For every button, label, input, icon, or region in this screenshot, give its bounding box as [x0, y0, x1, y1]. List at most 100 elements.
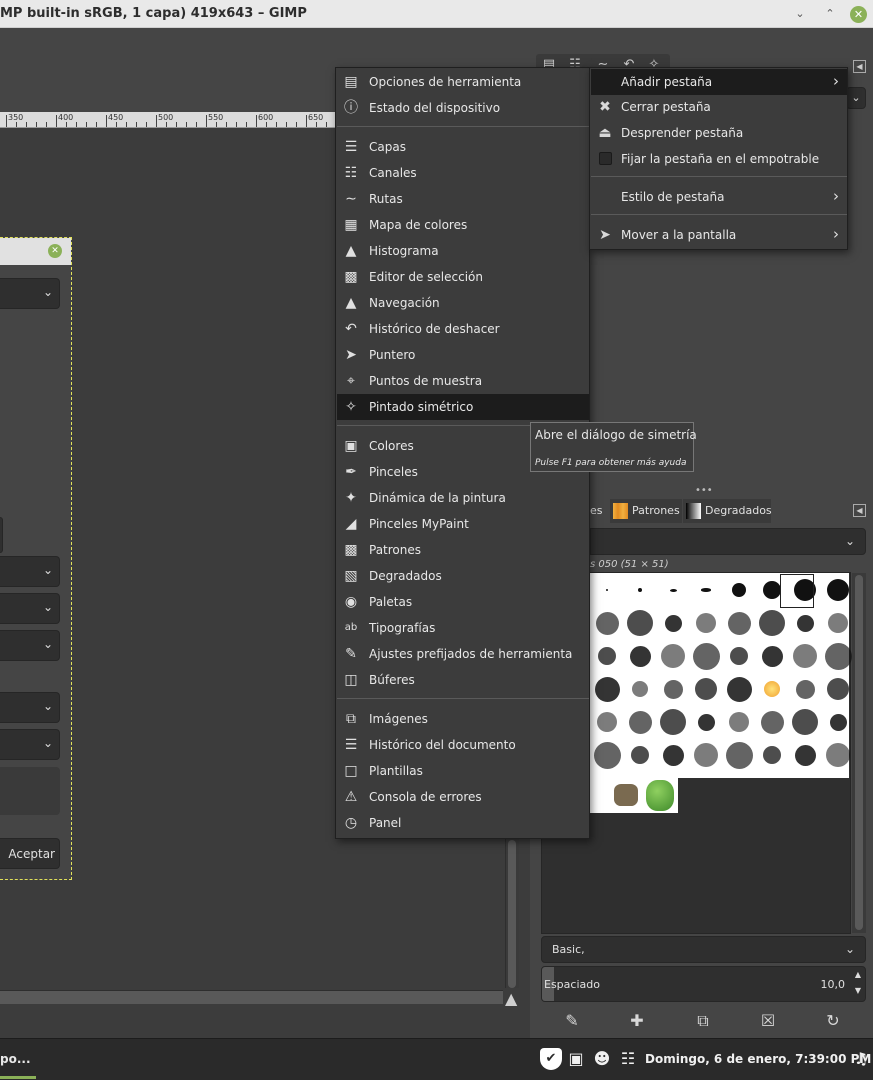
brush-thumbnail[interactable]	[827, 579, 849, 601]
menu-item-device-status[interactable]: ⓘ Estado del dispositivo	[337, 95, 589, 121]
brush-thumbnail[interactable]	[796, 614, 814, 632]
window-close-icon[interactable]: ✕	[850, 6, 867, 23]
brush-thumbnail[interactable]	[628, 710, 652, 734]
menu-item-mypaint-brushes[interactable]: ◢ Pinceles MyPaint	[337, 511, 589, 537]
brush-thumbnail[interactable]	[694, 743, 718, 767]
dialog-combo-4[interactable]: ⌄	[0, 630, 60, 661]
brush-thumbnail[interactable]	[761, 645, 783, 667]
shield-check-icon[interactable]: ✔	[540, 1048, 562, 1070]
brush-thumbnail[interactable]	[824, 642, 852, 670]
maximize-icon[interactable]: ⌃	[822, 6, 838, 22]
brush-thumbnail[interactable]	[593, 741, 621, 769]
navigate-icon[interactable]: ▲	[505, 989, 521, 1008]
brush-thumbnail[interactable]	[727, 611, 751, 635]
dialog-side-button[interactable]	[0, 517, 3, 553]
brush-thumbnail[interactable]	[660, 709, 686, 735]
brush-thumbnail[interactable]	[697, 713, 715, 731]
menu-item-sample-points[interactable]: ⌖ Puntos de muestra	[337, 368, 589, 394]
taskbar-window-item[interactable]: po...	[0, 1052, 31, 1066]
edit-brush-icon[interactable]: ✎	[559, 1008, 585, 1034]
menu-item-navigation[interactable]: ▲ Navegación	[337, 290, 589, 316]
menu-item-histogram[interactable]: ▲ Histograma	[337, 238, 589, 264]
brush-thumbnail[interactable]	[759, 610, 785, 636]
dialog-combo-6[interactable]: ⌄	[0, 729, 60, 760]
brush-thumbnail[interactable]	[827, 678, 849, 700]
brush-thumbnail[interactable]	[669, 588, 677, 592]
menu-item-document-history[interactable]: ☰ Histórico del documento	[337, 732, 589, 758]
dialog-combo-3[interactable]: ⌄	[0, 593, 60, 624]
dialog-combo-1[interactable]: ⌄	[0, 278, 60, 309]
menu-item-paths[interactable]: ∼ Rutas	[337, 186, 589, 212]
spacing-slider[interactable]: Espaciado 10,0 ▲ ▼	[541, 966, 866, 1002]
menu-item-symmetry-painting[interactable]: ✧ Pintado simétrico	[337, 394, 589, 420]
brush-thumbnail-wilber[interactable]	[614, 784, 638, 806]
tab-brushes[interactable]: es	[590, 499, 610, 523]
refresh-brushes-icon[interactable]: ↻	[820, 1008, 846, 1034]
brush-thumbnail[interactable]	[701, 588, 711, 592]
menu-item-patterns[interactable]: ▩ Patrones	[337, 537, 589, 563]
brush-thumbnail[interactable]	[763, 746, 781, 764]
menu-item-tool-options[interactable]: ▤ Opciones de herramienta	[337, 69, 589, 95]
dialog-combo-2[interactable]: ⌄	[0, 556, 60, 587]
brush-thumbnail[interactable]	[793, 644, 817, 668]
brush-previews-last-row[interactable]	[590, 778, 678, 813]
menu-item-error-console[interactable]: ⚠ Consola de errores	[337, 784, 589, 810]
brush-thumbnail[interactable]	[597, 712, 617, 732]
menu-item-tool-presets[interactable]: ✎ Ajustes prefijados de herramienta	[337, 641, 589, 667]
brush-tag-filter[interactable]: ⌄	[590, 528, 866, 555]
decrement-icon[interactable]: ▼	[855, 986, 861, 995]
brush-thumbnail[interactable]	[764, 681, 780, 697]
brush-thumbnail[interactable]	[664, 614, 682, 632]
brush-thumbnail[interactable]	[725, 741, 753, 769]
brush-thumbnail[interactable]	[826, 743, 850, 767]
brush-thumbnail[interactable]	[732, 583, 746, 597]
new-brush-icon[interactable]: ✚	[624, 1008, 650, 1034]
brush-thumbnail[interactable]	[760, 710, 784, 734]
duplicate-brush-icon[interactable]: ⧉	[690, 1008, 716, 1034]
brush-thumbnail[interactable]	[795, 679, 815, 699]
tab-patterns[interactable]: Patrones	[610, 499, 682, 523]
dock-combo-chevron-down-icon[interactable]: ⌄	[846, 87, 866, 109]
lock-tab-checkbox[interactable]	[599, 152, 612, 165]
menu-item-dashboard[interactable]: ◷ Panel	[337, 810, 589, 836]
menu-item-channels[interactable]: ☷ Canales	[337, 160, 589, 186]
brush-thumbnail[interactable]	[695, 678, 717, 700]
brush-thumbnail[interactable]	[595, 611, 619, 635]
brush-grid-scroll-thumb[interactable]	[855, 575, 863, 930]
increment-icon[interactable]: ▲	[855, 970, 861, 979]
menu-item-selection-editor[interactable]: ▩ Editor de selección	[337, 264, 589, 290]
dock-tab-menu-icon[interactable]: ◀	[853, 60, 866, 73]
brush-thumbnail[interactable]	[632, 681, 648, 697]
menu-item-images[interactable]: ⧉ Imágenes	[337, 706, 589, 732]
brush-thumbnail[interactable]	[726, 676, 752, 702]
menu-item-templates[interactable]: □ Plantillas	[337, 758, 589, 784]
menu-item-pointer[interactable]: ➤ Puntero	[337, 342, 589, 368]
brush-thumbnail[interactable]	[606, 589, 608, 591]
menu-item-add-tab[interactable]: Añadir pestaña ›	[591, 69, 847, 95]
brush-thumbnail[interactable]	[662, 744, 684, 766]
dialog-combo-5[interactable]: ⌄	[0, 692, 60, 723]
music-note-icon[interactable]: ♫	[851, 1048, 871, 1070]
brush-thumbnail[interactable]	[661, 644, 685, 668]
brush-thumbnail[interactable]	[696, 613, 716, 633]
clipboard-icon[interactable]: ▣	[566, 1048, 586, 1070]
menu-item-undo-history[interactable]: ↶ Histórico de deshacer	[337, 316, 589, 342]
dialog-close-icon[interactable]: ✕	[48, 244, 62, 258]
brush-preset-combo[interactable]: Basic, ⌄	[541, 936, 866, 963]
brush-thumbnail[interactable]	[794, 744, 816, 766]
brush-thumbnail[interactable]	[594, 676, 620, 702]
delete-brush-icon[interactable]: ☒	[755, 1008, 781, 1034]
menu-item-detach-tab[interactable]: ⏏ Desprender pestaña	[591, 120, 847, 146]
brushes-tab-menu-icon[interactable]: ◀	[853, 504, 866, 517]
menu-item-gradients[interactable]: ▧ Degradados	[337, 563, 589, 589]
brush-thumbnail[interactable]	[663, 679, 683, 699]
brush-thumbnail[interactable]	[638, 588, 642, 592]
brush-thumbnail[interactable]	[692, 642, 720, 670]
clock[interactable]: Domingo, 6 de enero, 7:39:00 PM	[645, 1052, 871, 1066]
minimize-icon[interactable]: ⌄	[792, 6, 808, 22]
menu-item-lock-tab[interactable]: Fijar la pestaña en el empotrable	[591, 146, 847, 172]
brush-thumbnail[interactable]	[729, 712, 749, 732]
brush-thumbnail[interactable]	[763, 581, 781, 599]
menu-item-tab-style[interactable]: Estilo de pestaña ›	[591, 184, 847, 210]
brush-thumbnail[interactable]	[629, 645, 651, 667]
